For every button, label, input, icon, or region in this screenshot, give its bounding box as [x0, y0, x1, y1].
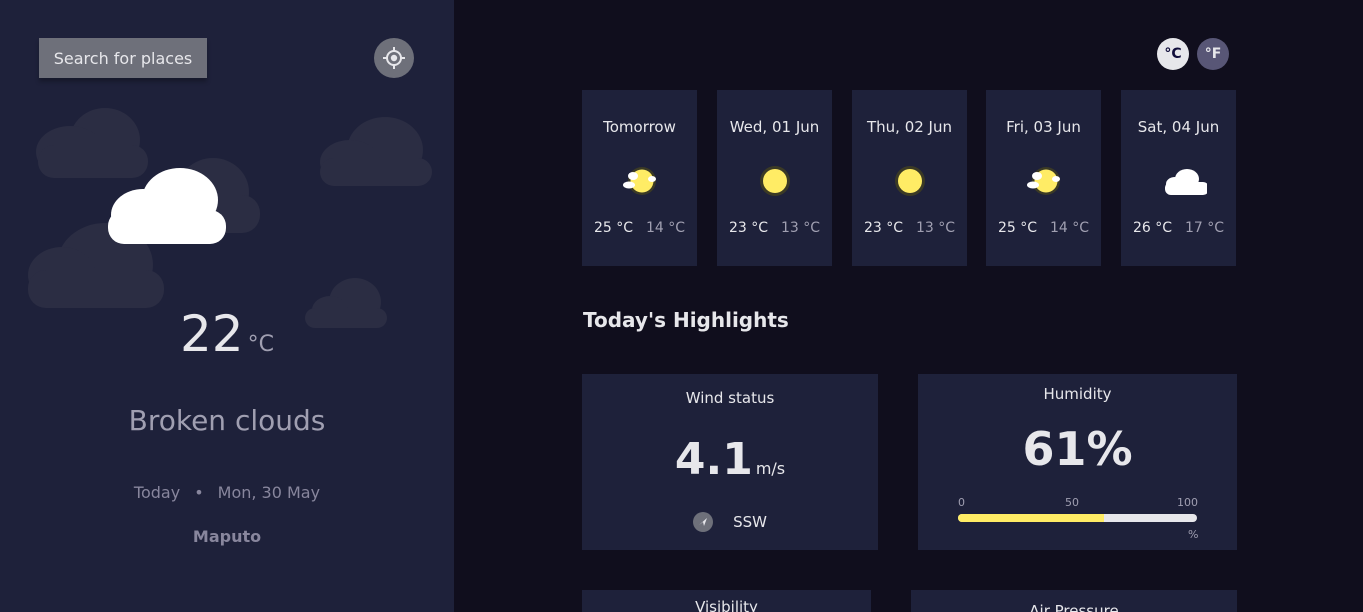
forecast-day: Fri, 03 Jun — [1006, 118, 1081, 136]
humidity-scale-unit: % — [1188, 528, 1199, 541]
today-label: Today — [133, 483, 181, 502]
crosshair-icon — [383, 47, 405, 69]
temperature-value: 22 — [180, 305, 244, 363]
sun-cloud-icon — [1027, 167, 1060, 195]
forecast-card: Sat, 04 Jun 26 °C 17 °C — [1121, 90, 1236, 266]
forecast-max: 23 °C — [864, 220, 904, 236]
separator-dot: • — [194, 483, 204, 502]
wind-speed-unit: m/s — [755, 459, 786, 478]
celsius-button[interactable]: °C — [1157, 38, 1189, 70]
forecast-min: 13 °C — [780, 220, 820, 236]
weather-condition: Broken clouds — [128, 404, 326, 437]
humidity-value: 61% — [1022, 422, 1133, 476]
forecast-max: 25 °C — [998, 220, 1038, 236]
humidity-progress-fill — [958, 514, 1104, 522]
highlights-title: Today's Highlights — [583, 308, 789, 332]
wind-speed-value: 4.1 — [674, 434, 753, 485]
humidity-scale-mid: 50 — [1065, 496, 1079, 509]
forecast-min: 14 °C — [645, 220, 685, 236]
sidebar: Search for places 22 °C Broken clouds To… — [0, 0, 454, 612]
forecast-card: Fri, 03 Jun 25 °C 14 °C — [986, 90, 1101, 266]
forecast-card: Wed, 01 Jun 23 °C 13 °C — [717, 90, 832, 266]
forecast-day: Thu, 02 Jun — [866, 118, 952, 136]
humidity-label: Humidity — [1043, 385, 1112, 403]
date-row: Today • Mon, 30 May — [0, 483, 454, 502]
humidity-scale-min: 0 — [958, 496, 965, 509]
wind-direction-row: SSW — [582, 512, 878, 532]
forecast-day: Sat, 04 Jun — [1137, 118, 1220, 136]
wind-direction: SSW — [733, 513, 767, 531]
current-date: Mon, 30 May — [217, 483, 321, 502]
humidity-scale-max: 100 — [1177, 496, 1198, 509]
navigation-arrow-icon — [693, 512, 714, 532]
broken-clouds-icon — [108, 168, 226, 244]
forecast-min: 13 °C — [915, 220, 955, 236]
visibility-label: Visibility — [695, 598, 758, 612]
forecast-day: Wed, 01 Jun — [729, 118, 820, 136]
air-pressure-label: Air Pressure — [1029, 602, 1119, 612]
location-name: Maputo — [192, 527, 262, 546]
cloud-icon — [1165, 169, 1207, 195]
sun-icon — [895, 166, 925, 196]
forecast-max: 26 °C — [1133, 220, 1173, 236]
fahrenheit-button[interactable]: °F — [1197, 38, 1229, 70]
forecast-max: 25 °C — [594, 220, 634, 236]
forecast-day: Tomorrow — [603, 118, 676, 136]
humidity-progress-bar — [958, 514, 1197, 522]
forecast-min: 17 °C — [1184, 220, 1224, 236]
forecast-card: Tomorrow 25 °C 14 °C — [582, 90, 697, 266]
forecast-card: Thu, 02 Jun 23 °C 13 °C — [852, 90, 967, 266]
sun-cloud-icon — [623, 167, 656, 195]
temperature-unit: °C — [247, 332, 274, 357]
search-places-button[interactable]: Search for places — [39, 38, 207, 78]
forecast-min: 14 °C — [1049, 220, 1089, 236]
sun-icon — [760, 166, 790, 196]
current-location-button[interactable] — [374, 38, 414, 78]
wind-status-label: Wind status — [685, 389, 775, 407]
wind-speed: 4.1 m/s — [582, 434, 878, 485]
current-temperature: 22 °C — [0, 305, 454, 363]
forecast-max: 23 °C — [729, 220, 769, 236]
